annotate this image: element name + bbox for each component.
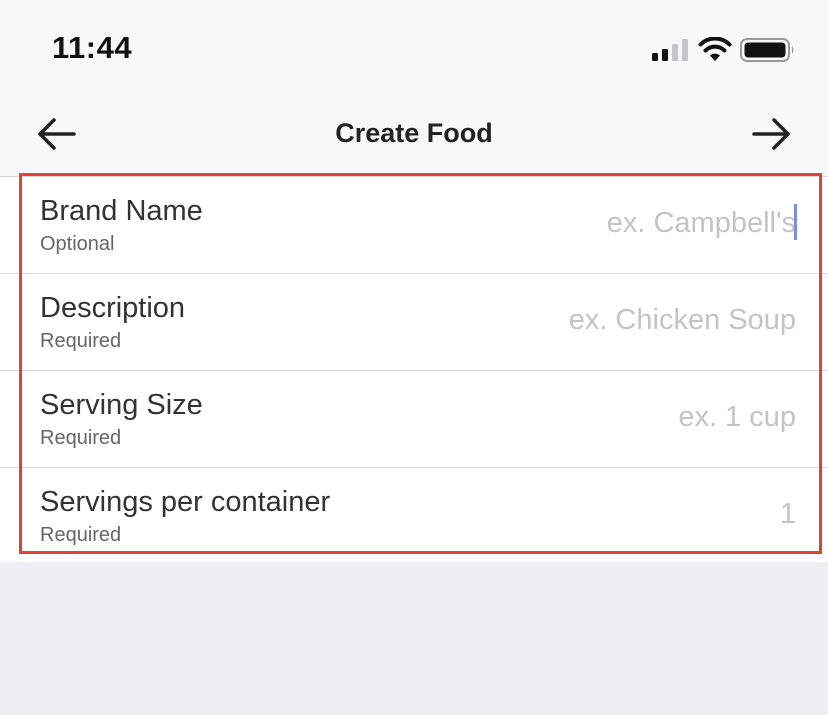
status-bar: 11:44 [0,0,828,96]
brand-name-label: Brand Name [40,195,203,227]
cellular-signal-icon [652,39,688,61]
brand-name-sublabel: Optional [40,233,115,255]
servings-per-container-sublabel: Required [40,524,122,546]
forward-arrow-icon[interactable] [746,112,798,156]
servings-per-container-row[interactable]: Servings per container Required [0,468,828,562]
text-cursor [794,204,797,240]
serving-size-label: Serving Size [40,389,203,421]
description-label: Description [40,292,186,324]
serving-size-row[interactable]: Serving Size Required [0,371,828,468]
wifi-icon [698,37,732,61]
description-input[interactable] [376,300,796,340]
brand-name-input[interactable] [376,203,796,243]
battery-icon [740,38,794,62]
navigation-bar: Create Food [0,96,828,177]
brand-name-row[interactable]: Brand Name Optional [0,177,828,274]
status-time: 11:44 [52,30,133,65]
serving-size-input[interactable] [376,397,796,437]
serving-size-sublabel: Required [40,427,122,449]
description-row[interactable]: Description Required [0,274,828,371]
create-food-screen: 11:44 Create Food Brand Name Optional ex… [0,0,828,715]
servings-per-container-label: Servings per container [40,486,331,518]
food-form: Brand Name Optional Description Required… [0,177,828,562]
servings-per-container-input[interactable] [376,494,796,534]
description-sublabel: Required [40,330,122,352]
page-title: Create Food [335,118,493,148]
